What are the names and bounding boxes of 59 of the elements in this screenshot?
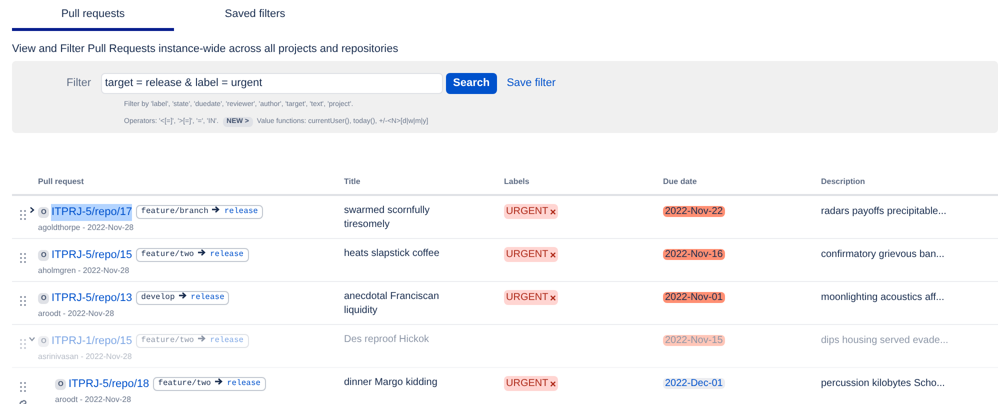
save-filter-link[interactable]: Save filter xyxy=(506,75,556,92)
arrow-right-icon xyxy=(212,206,220,214)
remove-label-icon[interactable] xyxy=(550,294,556,300)
author-date-text: asrinivasan - 2022-Nov-28 xyxy=(38,350,133,362)
label-tag[interactable]: URGENT xyxy=(504,204,558,219)
pull-request-link[interactable]: ITPRJ-5/repo/17 xyxy=(51,204,132,220)
drag-handle-icon[interactable] xyxy=(20,382,26,392)
author-date-text: aholmgren - 2022-Nov-28 xyxy=(38,264,130,276)
search-button[interactable]: Search xyxy=(446,73,497,94)
column-header: Pull request xyxy=(38,177,84,186)
arrow-right-icon xyxy=(178,292,187,300)
column-header: Description xyxy=(821,177,866,186)
pull-request-link[interactable]: ITPRJ-5/repo/15 xyxy=(51,247,132,264)
branch-tag: feature/two release xyxy=(136,248,249,262)
pr-title: Des reproof Hickok xyxy=(344,333,430,347)
due-date-badge: 2022-Nov-15 xyxy=(663,335,725,346)
filter-input[interactable]: target = release & label = urgent xyxy=(101,73,443,94)
branch-tag: feature/branch release xyxy=(136,205,263,220)
pr-title: dinner Margo kidding xyxy=(344,376,438,390)
column-header: Due date xyxy=(663,177,697,186)
remove-label-icon[interactable] xyxy=(550,208,556,214)
label-tag[interactable]: URGENT xyxy=(504,376,558,391)
author-date-text: aroodt - 2022-Nov-28 xyxy=(38,308,116,320)
pull-request-link[interactable]: ITPRJ-5/repo/18 xyxy=(68,376,150,392)
due-date-badge: 2022-Nov-22 xyxy=(663,206,725,217)
due-date-badge: 2022-Nov-01 xyxy=(663,292,725,303)
description-text: dips housing served evade... xyxy=(821,335,948,346)
description-text: moonlighting acoustics aff... xyxy=(821,292,944,303)
tab[interactable]: Saved filters xyxy=(174,0,336,31)
filter-label: Filter xyxy=(66,76,92,92)
column-header: Labels xyxy=(504,177,530,186)
branch-tag: develop release xyxy=(136,291,230,306)
arrow-right-icon xyxy=(198,335,206,342)
arrow-right-icon xyxy=(214,378,223,386)
drag-handle-icon[interactable] xyxy=(20,253,26,263)
description-text: confirmatory grievous ban... xyxy=(821,249,944,260)
pr-title: swarmed scornfully tiresomely xyxy=(344,204,431,232)
branch-tag: feature/two release xyxy=(153,377,266,392)
due-date-badge: 2022-Dec-01 xyxy=(663,378,725,389)
column-header: Title xyxy=(344,177,360,186)
pr-title: heats slapstick coffee xyxy=(344,247,440,261)
pull-request-link[interactable]: ITPRJ-5/repo/13 xyxy=(51,290,132,306)
label-tag[interactable]: URGENT xyxy=(504,290,558,305)
author-date-text: agoldthorpe - 2022-Nov-28 xyxy=(38,222,135,234)
tab[interactable]: Pull requests xyxy=(12,0,174,31)
drag-handle-icon[interactable] xyxy=(20,296,26,306)
due-date-badge: 2022-Nov-16 xyxy=(663,249,725,260)
author-date-text: aroodt - 2022-Nov-28 xyxy=(55,394,132,404)
chevron-icon[interactable] xyxy=(29,207,35,213)
remove-label-icon[interactable] xyxy=(550,252,556,258)
label-tag[interactable]: URGENT xyxy=(504,247,558,262)
branch-tag: feature/two release xyxy=(136,334,249,348)
intro-text: View and Filter Pull Requests instance-wide across all projects and repositories xyxy=(11,42,400,56)
pr-title: anecdotal Franciscan liquidity xyxy=(344,290,440,318)
arrow-right-icon xyxy=(198,249,206,256)
description-text: percussion kilobytes Scho... xyxy=(821,378,945,389)
drag-handle-icon[interactable] xyxy=(20,210,26,220)
remove-label-icon[interactable] xyxy=(550,380,556,386)
description-text: radars payoffs precipitable... xyxy=(821,206,946,217)
